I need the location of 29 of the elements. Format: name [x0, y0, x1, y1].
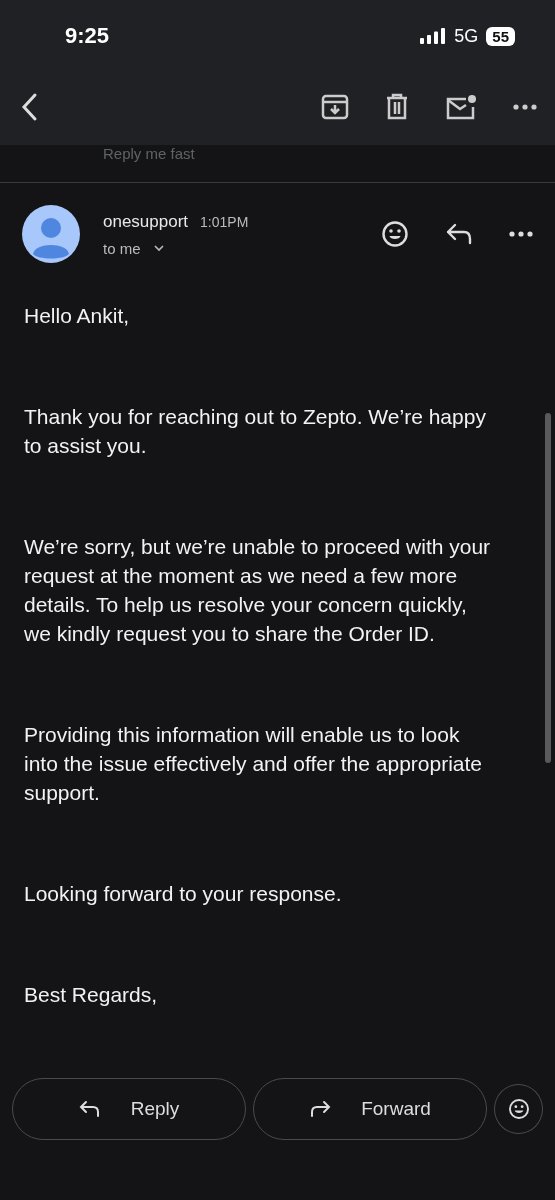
message-paragraph: Hello Ankit,: [24, 303, 131, 329]
reply-button[interactable]: Reply: [12, 1078, 246, 1140]
battery-indicator: 55: [486, 26, 515, 46]
emoji-button[interactable]: [494, 1084, 543, 1134]
chevron-down-icon: [152, 244, 165, 252]
back-button[interactable]: [20, 92, 38, 122]
status-time: 9:25: [65, 23, 110, 49]
message-paragraph: Providing this information will enable us to look into the issue effectively and offer the appropriate support.: [24, 722, 484, 806]
message-paragraph: Thank you for reaching out to Zepto. We’re happy to assist you.: [24, 404, 487, 459]
forward-icon: [309, 1100, 332, 1118]
message-paragraph: Best Regards,: [24, 982, 159, 1008]
delete-button[interactable]: [385, 93, 409, 121]
reply-button[interactable]: [445, 222, 473, 246]
network-label: 5G: [454, 25, 479, 47]
message-time: 1:01PM: [200, 213, 249, 230]
signal-icon: [420, 28, 447, 44]
reply-icon: [78, 1100, 101, 1118]
message-paragraph: Looking forward to your response.: [24, 881, 343, 907]
recipient-toggle[interactable]: to me: [103, 239, 165, 257]
message-preview: Reply me fast: [103, 146, 195, 162]
sender-name: onesupport: [103, 211, 189, 232]
smiley-icon: [507, 1098, 530, 1120]
more-button[interactable]: [513, 104, 537, 110]
forward-button[interactable]: Forward: [253, 1078, 487, 1140]
avatar-icon: [22, 205, 80, 263]
mark-unread-button[interactable]: [445, 93, 477, 121]
more-button[interactable]: [509, 231, 533, 237]
message-paragraph: We’re sorry, but we’re unable to proceed with your request at the moment as we need a few more details. To help us resolve your concern quickly, we kindly request you to share the Order ID.: [24, 534, 492, 647]
archive-button[interactable]: [321, 93, 349, 121]
